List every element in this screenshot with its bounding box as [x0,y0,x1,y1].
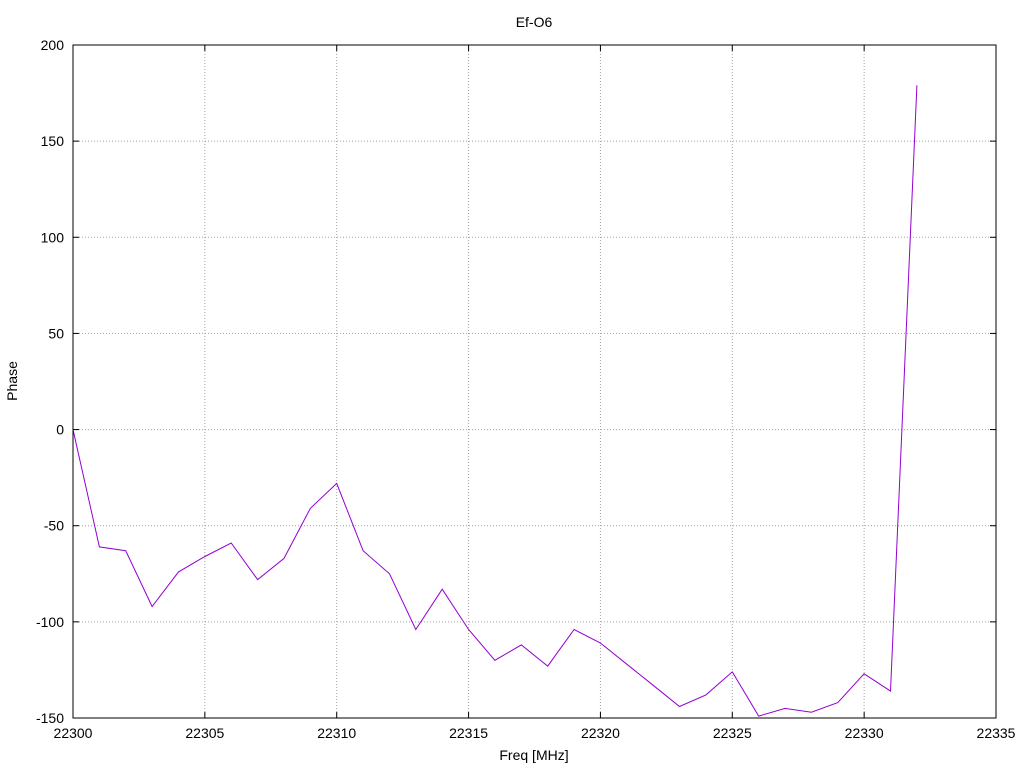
y-tick-label: 100 [41,229,65,245]
y-tick-label: 50 [48,325,64,341]
x-tick-label: 22305 [185,725,224,741]
y-tick-label: -50 [44,518,64,534]
y-tick-label: 150 [41,133,65,149]
chart-title: Ef-O6 [516,14,553,30]
y-tick-label: -150 [36,710,64,726]
x-tick-label: 22300 [54,725,93,741]
y-tick-label: -100 [36,614,64,630]
x-tick-label: 22310 [317,725,356,741]
chart-background [0,0,1024,768]
x-tick-label: 22325 [713,725,752,741]
x-tick-label: 22335 [977,725,1016,741]
y-axis-label: Phase [4,361,20,401]
x-tick-label: 22320 [581,725,620,741]
x-tick-label: 22315 [449,725,488,741]
x-axis-label: Freq [MHz] [499,747,568,763]
y-tick-label: 0 [56,422,64,438]
x-tick-label: 22330 [845,725,884,741]
y-tick-label: 200 [41,37,65,53]
chart: 22300 22305 22310 22315 22320 22325 22330 22335… [0,0,1024,768]
